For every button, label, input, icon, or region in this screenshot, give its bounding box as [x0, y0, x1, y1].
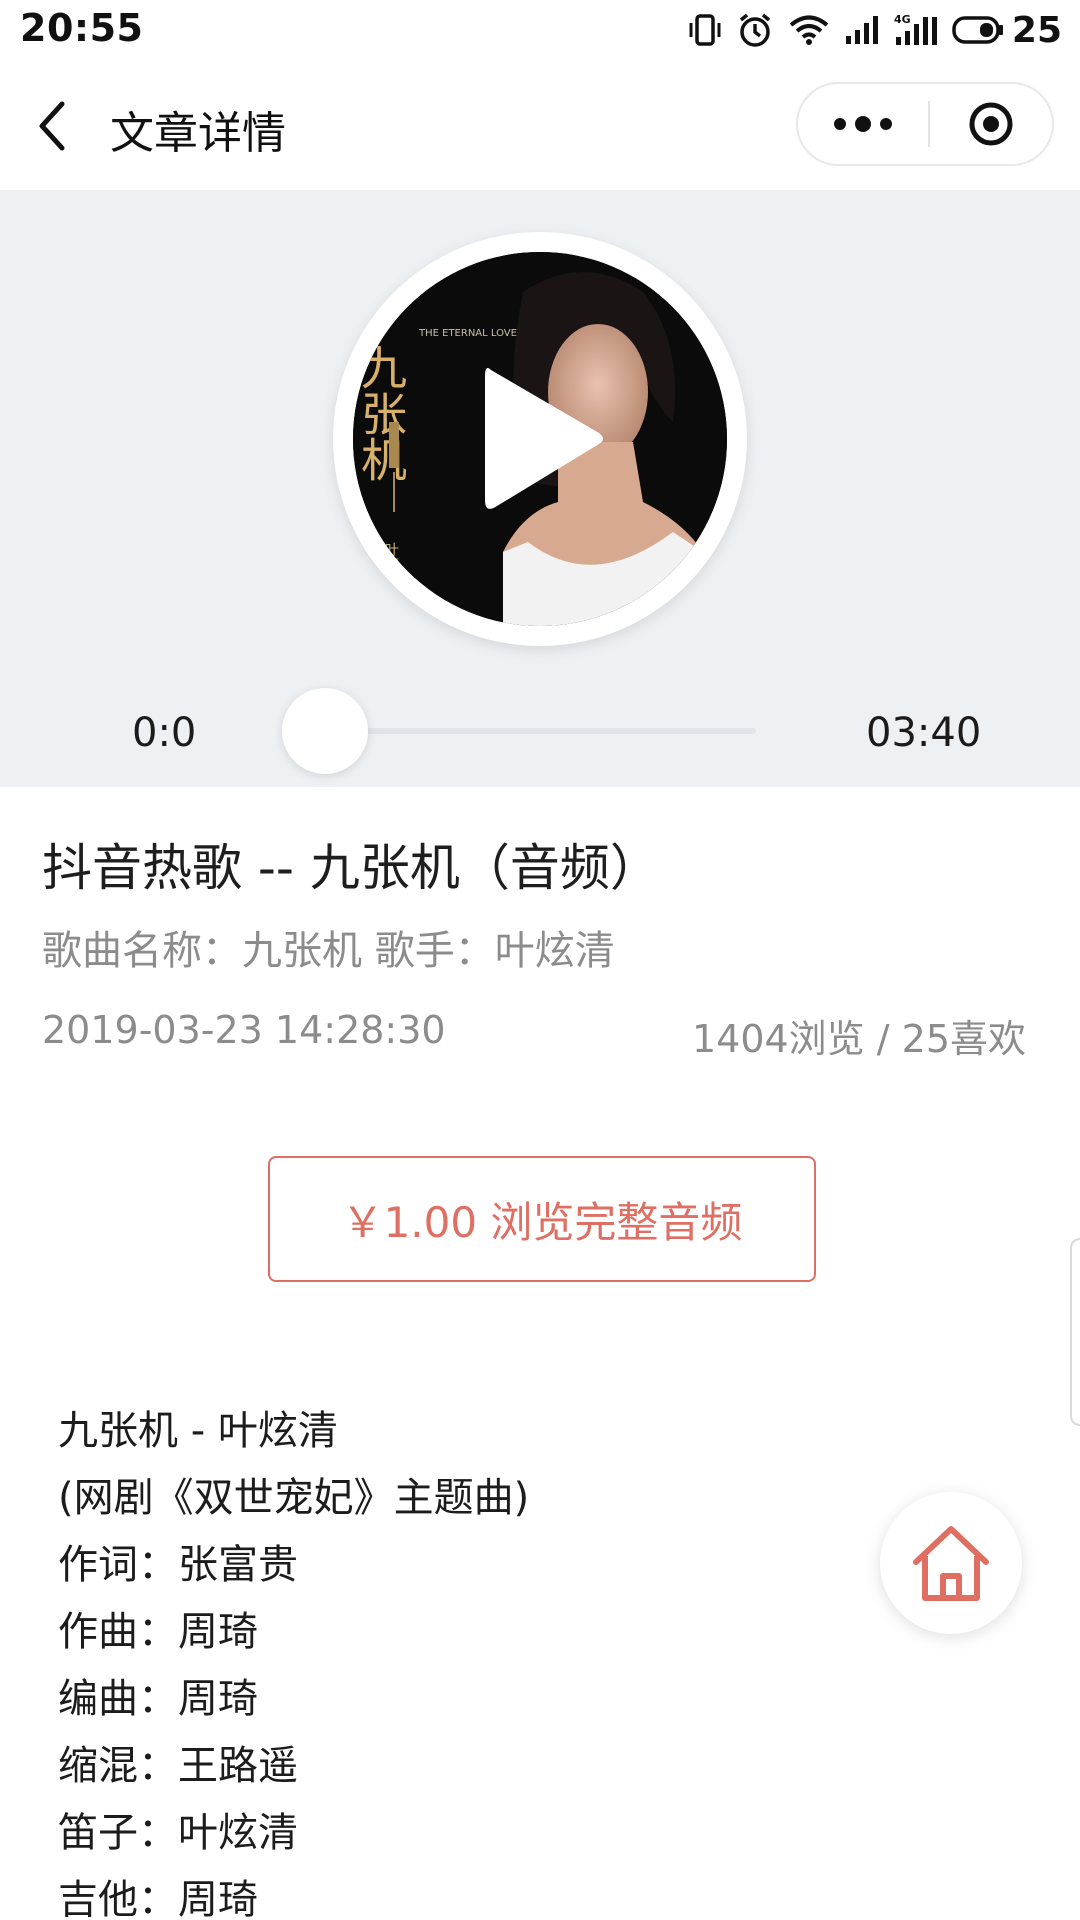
album-cover: 九张机 THE ETERNAL LOVE 叶炫清 [353, 252, 727, 626]
signal-icon [845, 16, 878, 44]
lyric-line: 吉他：周琦 [58, 1877, 258, 1920]
back-button[interactable] [30, 96, 78, 156]
duration: 03:40 [866, 710, 982, 756]
home-button[interactable] [880, 1492, 1022, 1634]
alarm-icon [739, 13, 771, 47]
mini-program-capsule [796, 82, 1054, 166]
lyric-line: 笛子：叶炫清 [58, 1810, 298, 1856]
album-disc: 九张机 THE ETERNAL LOVE 叶炫清 [333, 232, 747, 646]
play-icon [485, 368, 603, 509]
status-bar: 20:55 4G 25 [0, 0, 1080, 62]
lyrics-list: 九张机 - 叶炫清 (网剧《双世宠妃》主题曲) 作词：张富贵 作曲：周琦 编曲：… [58, 1398, 758, 1920]
vibrate-icon [689, 14, 721, 46]
lyric-line: 作曲：周琦 [58, 1609, 258, 1655]
more-button[interactable] [798, 84, 928, 164]
lyric-line: 作词：张富贵 [58, 1542, 298, 1588]
lyric-line: 九张机 - 叶炫清 [58, 1408, 338, 1454]
nav-bar: 文章详情 [0, 62, 1080, 190]
current-time: 0:0 [132, 710, 197, 756]
edge-scroll-handle[interactable] [1070, 1238, 1080, 1426]
signal-4g-icon: 4G [894, 13, 937, 45]
play-button[interactable] [353, 252, 727, 626]
svg-text:4G: 4G [894, 13, 911, 26]
target-circle-icon [969, 102, 1013, 146]
chevron-left-icon [39, 101, 65, 151]
battery-icon [952, 16, 1003, 44]
lyric-line: 编曲：周琦 [58, 1676, 258, 1722]
lyric-line: (网剧《双世宠妃》主题曲) [58, 1475, 530, 1521]
wifi-icon [789, 15, 829, 45]
article-title: 抖音热歌 -- 九张机（音频） [42, 839, 660, 897]
audio-player: 九张机 THE ETERNAL LOVE 叶炫清 0:0 03:40 [0, 190, 1080, 787]
article-subtitle: 歌曲名称：九张机 歌手：叶炫清 [42, 928, 615, 974]
battery-level: 25 [1011, 9, 1062, 51]
publish-date: 2019-03-23 14:28:30 [42, 1008, 446, 1052]
view-like-stats: 1404浏览 / 25喜欢 [691, 1017, 1026, 1061]
more-dots-icon [834, 118, 846, 130]
close-button[interactable] [930, 84, 1052, 164]
progress-thumb[interactable] [282, 688, 368, 774]
page-title: 文章详情 [110, 108, 286, 159]
status-time: 20:55 [20, 6, 144, 50]
status-icons: 4G 25 [688, 8, 1062, 52]
lyric-line: 缩混：王路遥 [58, 1743, 298, 1789]
pay-full-audio-button[interactable]: ￥1.00 浏览完整音频 [268, 1156, 816, 1282]
home-icon [913, 1526, 989, 1601]
